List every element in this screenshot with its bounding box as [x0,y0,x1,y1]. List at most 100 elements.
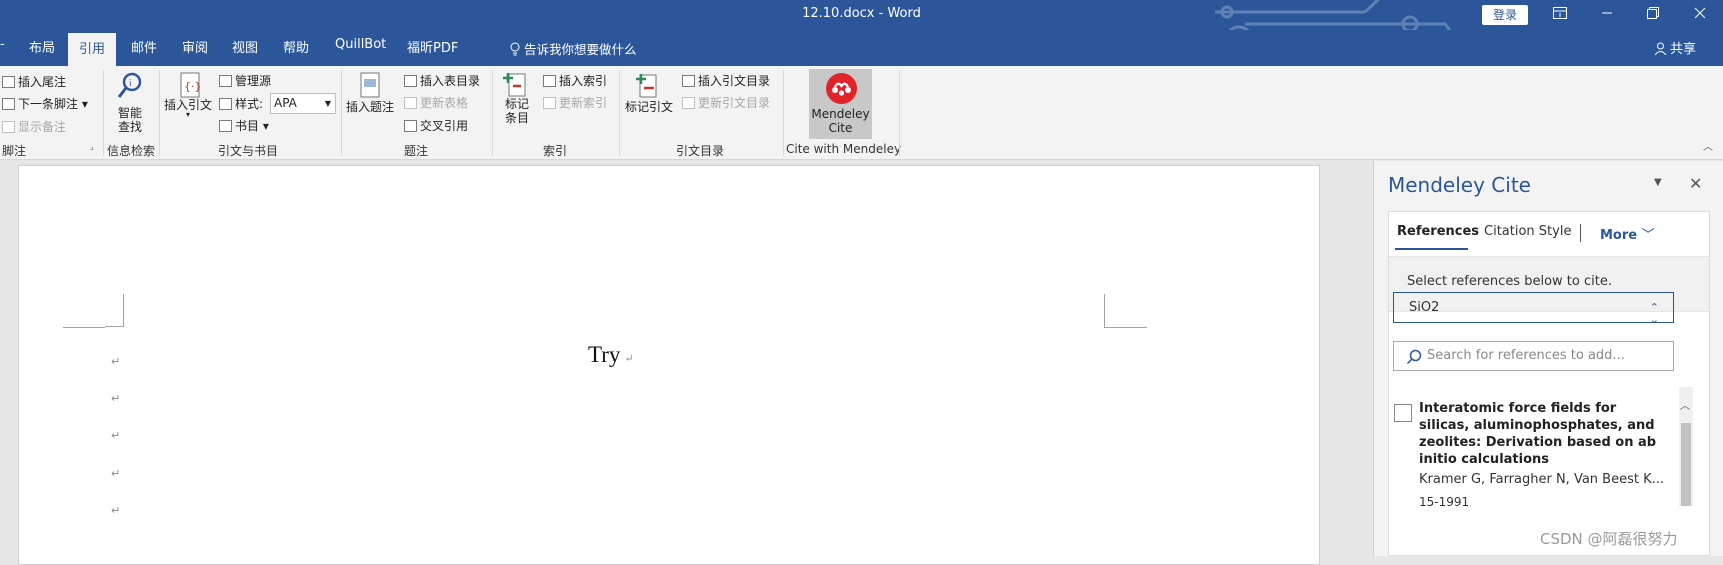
document-title-text[interactable]: Try ↵ [588,342,634,368]
update-index-button[interactable]: 更新索引 [543,94,607,111]
insert-endnote-button[interactable]: 插入尾注 [2,73,66,90]
crop-mark-left-h [63,327,105,328]
group-index: 索引 [543,144,568,158]
tab-references[interactable]: References [1397,224,1479,239]
group-captions: 题注 [404,144,429,158]
mendeley-cite-button[interactable]: Mendeley Cite [809,69,872,139]
pane-options-icon[interactable]: ▼ [1654,177,1662,188]
group-table-of-authorities: 引文目录 [676,144,725,158]
dialog-launcher-icon[interactable]: ⌟ [90,142,94,151]
tab-review[interactable]: 审阅 [182,37,208,56]
watermark: CSDN @阿磊很努力 [1540,530,1678,548]
notes-icon [2,121,15,133]
svg-text:{·}: {·} [184,80,202,93]
update-table-label: 更新表格 [420,96,469,110]
close-icon[interactable] [1677,2,1723,28]
ribbon-display-icon[interactable] [1537,2,1583,28]
mark-citation-button[interactable]: 标记引文 [625,98,673,115]
document-area: Try ↵ ↵ ↵ ↵ ↵ ↵ [0,161,1373,565]
smart-lookup-button[interactable]: 智能 查找 [118,106,142,134]
insert-index-icon [543,75,556,87]
crop-mark-left [105,294,124,327]
search-icon [1406,349,1422,365]
scrollbar-thumb[interactable] [1681,423,1691,506]
cross-reference-icon [404,120,417,132]
insert-table-of-figures-button[interactable]: 插入表目录 [404,72,480,89]
tab-mailings[interactable]: 邮件 [131,37,157,56]
paragraph-mark: ↵ [111,392,121,405]
tab-view[interactable]: 视图 [232,37,258,56]
smart-lookup-icon: i [117,72,142,98]
collapse-ribbon-icon[interactable]: ︿ [1703,138,1713,153]
svg-text:i: i [129,79,132,89]
reference-authors: Kramer G, Farragher N, Van Beest K... [1419,472,1665,487]
group-separator [619,70,620,156]
library-select[interactable]: SiO2 ⌃ ⌄ [1393,292,1674,326]
paragraph-mark: ↵ [111,429,121,442]
insert-caption-button[interactable]: 插入题注 [346,98,394,115]
tell-me-search[interactable]: 告诉我你想要做什么 [510,39,637,58]
lightbulb-icon [510,42,520,56]
mendeley-logo-icon [826,73,857,104]
tab-help[interactable]: 帮助 [283,37,309,56]
insert-toa-button[interactable]: 插入引文目录 [682,72,770,89]
active-tab-indicator [1395,248,1468,250]
update-table-button[interactable]: 更新表格 [404,94,468,111]
next-footnote-button[interactable]: 下一条脚注 ▾ [2,95,88,112]
reference-year: 15-1991 [1419,495,1470,509]
reference-checkbox[interactable] [1394,404,1412,422]
style-icon [219,98,232,110]
restore-icon[interactable] [1630,2,1676,28]
group-separator [341,70,342,156]
insert-citation-dropdown-icon[interactable]: ▾ [186,110,190,119]
group-cite-with-mendeley: Cite with Mendeley [786,142,902,156]
cross-reference-button[interactable]: 交叉引用 [404,117,468,134]
person-icon [1654,42,1667,56]
mark-entry-label-1: 标记 [505,97,530,111]
tab-quillbot[interactable]: QuillBot [335,37,386,52]
tab-layout[interactable]: 布局 [29,37,55,56]
insert-index-button[interactable]: 插入索引 [543,72,607,89]
scroll-up-icon[interactable]: ︿ [1680,397,1690,412]
title-text: Try [588,342,621,367]
style-label-text: 样式: [235,97,264,111]
insert-caption-label: 插入题注 [346,100,395,114]
mark-entry-button[interactable]: 标记 条目 [505,97,529,125]
bibliography-label: 书目 [235,119,260,133]
citation-style-select[interactable]: APA ▼ [270,93,336,114]
paragraph-mark: ↵ [111,467,121,480]
tab-more[interactable]: More ﹀ [1600,224,1655,243]
document-page[interactable] [18,165,1320,565]
insert-toa-icon [682,75,695,87]
share-button[interactable]: 共享 [1654,38,1696,57]
show-notes-button[interactable]: 显示备注 [2,118,66,135]
reference-title[interactable]: Interatomic force fields for silicas, al… [1419,400,1659,468]
ribbon-references: 插入尾注 下一条脚注 ▾ 显示备注 脚注 ⌟ i 智能 查找 信息检索 {·} 插… [0,66,1723,160]
tab-marker: - [0,37,5,52]
reference-list-scrollbar[interactable]: ︿ [1679,387,1693,506]
reference-search-input[interactable]: Search for references to add... [1393,341,1674,371]
minimize-icon[interactable] [1584,2,1630,28]
update-index-icon [543,97,556,109]
style-label: 样式: [219,95,263,112]
group-citations: 引文与书目 [218,144,279,158]
update-index-label: 更新索引 [559,96,608,110]
title-bar: 12.10.docx - Word 登录 [0,0,1723,55]
endnote-icon [2,76,15,88]
group-footnotes: 脚注 [2,144,27,158]
tab-citation-style[interactable]: Citation Style [1484,224,1571,239]
tab-divider [1580,224,1581,242]
hint-text: Select references below to cite. [1407,274,1612,289]
manage-sources-button[interactable]: 管理源 [219,72,271,89]
paragraph-mark: ↵ [111,504,121,517]
group-separator [899,70,900,156]
bibliography-button[interactable]: 书目 ▾ [219,117,269,134]
login-button[interactable]: 登录 [1482,5,1528,25]
update-toa-button[interactable]: 更新引文目录 [682,94,770,111]
crop-mark-right [1104,294,1105,327]
manage-sources-label: 管理源 [235,74,272,88]
tab-foxit-pdf[interactable]: 福昕PDF [407,37,458,56]
close-pane-icon[interactable]: ✕ [1689,174,1702,193]
insert-caption-icon [360,72,380,98]
tab-references[interactable]: 引用 [68,33,117,66]
